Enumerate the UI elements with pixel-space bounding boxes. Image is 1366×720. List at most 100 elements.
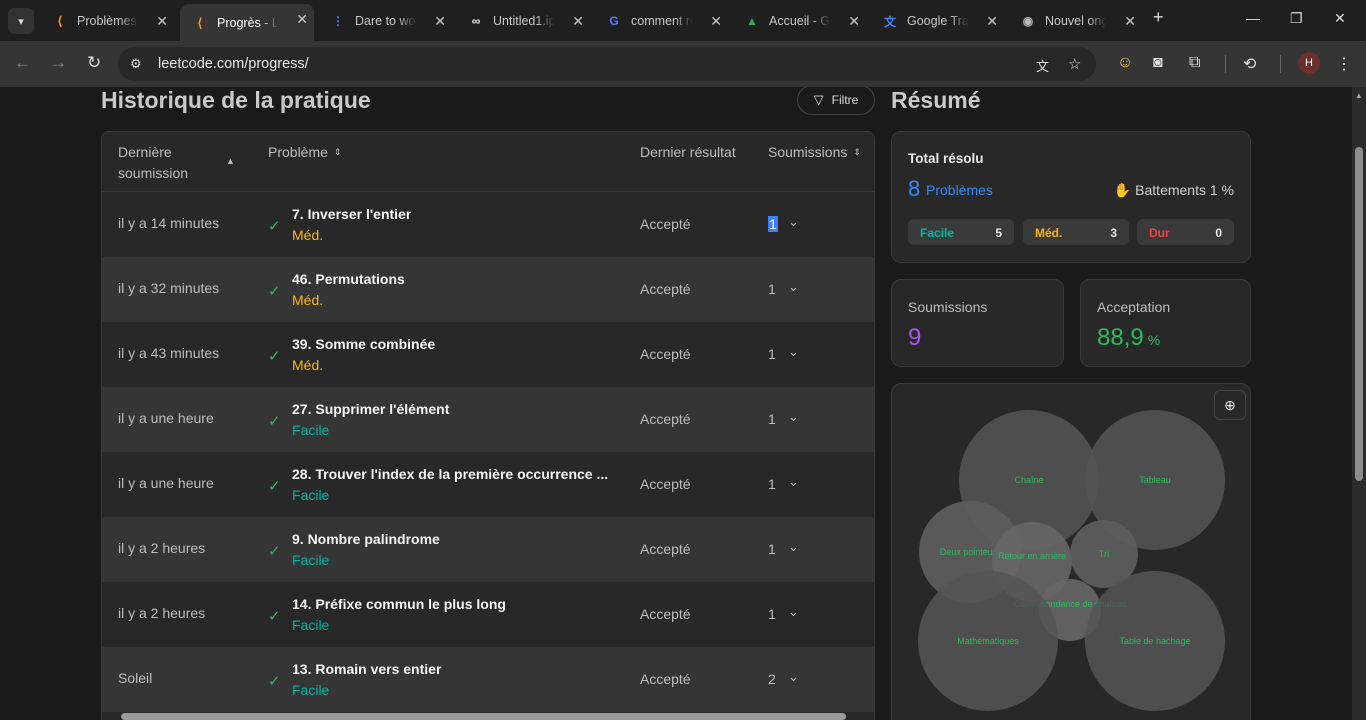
close-tab-icon[interactable]: ✕ xyxy=(986,13,998,30)
difficulty-label: Facile xyxy=(292,422,330,438)
hard-count: 0 xyxy=(1215,226,1222,240)
browser-tab[interactable]: ⟨ Progrès - Lee ✕ xyxy=(180,4,314,41)
camera-icon[interactable]: ◙ xyxy=(1153,54,1163,72)
col-problem[interactable]: Problème ⇕ xyxy=(268,142,341,163)
hard-label: Dur xyxy=(1149,226,1170,240)
address-bar[interactable]: ⚙ leetcode.com/progress/ 文 ☆ xyxy=(118,47,1096,81)
close-tab-icon[interactable]: ✕ xyxy=(710,13,722,30)
browser-tab[interactable]: ∞ Untitled1.ipy ✕ xyxy=(456,6,590,36)
submission-time: il y a une heure xyxy=(118,410,214,426)
browser-tab[interactable]: 文 Google Tradu ✕ xyxy=(870,6,1004,36)
sort-icon[interactable]: ▲ xyxy=(226,156,235,166)
problem-link[interactable]: 9. Nombre palindrome xyxy=(292,531,440,547)
check-icon: ✓ xyxy=(268,348,281,365)
col-submissions[interactable]: Soumissions ⇕ xyxy=(768,142,861,163)
chevron-down-icon[interactable]: ⌄ xyxy=(788,409,799,425)
history-icon[interactable]: ⟲ xyxy=(1243,54,1256,74)
table-row[interactable]: il y a 43 minutes ✓ 39. Somme combinée Méd.… xyxy=(102,322,874,387)
bubble-label: Chaîne xyxy=(1014,475,1043,485)
problem-link[interactable]: 13. Romain vers entier xyxy=(292,661,441,677)
scroll-up-icon[interactable]: ▲ xyxy=(1355,91,1363,100)
tab-search-button[interactable]: ▾ xyxy=(8,8,34,34)
submissions-count: 1 xyxy=(768,411,776,427)
problem-link[interactable]: 46. Permutations xyxy=(292,271,405,287)
chevron-down-icon[interactable]: ⌄ xyxy=(788,539,799,555)
close-window-button[interactable]: ✕ xyxy=(1334,10,1346,27)
restore-button[interactable]: ❐ xyxy=(1290,10,1303,27)
page-scrollbar[interactable]: ▲ xyxy=(1352,87,1366,720)
filter-button[interactable]: ▽ Filtre xyxy=(797,87,875,115)
problem-link[interactable]: 7. Inverser l'entier xyxy=(292,206,411,222)
scroll-thumb[interactable] xyxy=(121,713,846,720)
leetcode-icon: ⟨ xyxy=(57,14,63,28)
problem-link[interactable]: 14. Préfixe commun le plus long xyxy=(292,596,506,612)
col-last-submission[interactable]: Dernière soumission xyxy=(118,142,188,184)
close-tab-icon[interactable]: ✕ xyxy=(156,13,168,30)
solved-card: Total résolu 8 Problèmes ✋ Battements 1 … xyxy=(891,131,1251,263)
chevron-down-icon[interactable]: ⌄ xyxy=(788,279,799,295)
scroll-thumb[interactable] xyxy=(1355,147,1363,481)
acceptance-unit: % xyxy=(1147,332,1161,348)
submissions-count: 1 xyxy=(768,281,776,297)
close-tab-icon[interactable]: ✕ xyxy=(1124,13,1136,30)
chevron-down-icon[interactable]: ⌄ xyxy=(788,344,799,360)
browser-toolbar: ← → ↻ ⚙ leetcode.com/progress/ 文 ☆ ☺ ◙ ⧉… xyxy=(0,41,1366,87)
browser-tab[interactable]: ⋮ Dare to wom ✕ xyxy=(318,6,452,36)
result-text: Accepté xyxy=(640,606,691,622)
reload-button[interactable]: ↻ xyxy=(87,53,101,73)
table-row[interactable]: il y a une heure ✓ 28. Trouver l'index de … xyxy=(102,452,874,517)
chevron-down-icon[interactable]: ⌄ xyxy=(788,669,799,685)
clap-icon: ✋ xyxy=(1113,182,1136,198)
horizontal-scrollbar[interactable] xyxy=(101,710,875,720)
toolbar-divider xyxy=(1280,55,1281,73)
close-tab-icon[interactable]: ✕ xyxy=(848,13,860,30)
submissions-count: 2 xyxy=(768,671,776,687)
solved-label: Total résolu xyxy=(908,151,984,166)
table-row[interactable]: Soleil ✓ 13. Romain vers entier Facile Accep… xyxy=(102,647,874,712)
forward-button[interactable]: → xyxy=(50,53,67,73)
browser-tab[interactable]: Gcomment ret ✕ xyxy=(594,6,728,36)
bubble-label: Table de hachage xyxy=(1119,636,1190,646)
translate-icon[interactable]: 文 xyxy=(1036,56,1049,75)
browser-tab[interactable]: ⟨ Problèmes - ✕ xyxy=(40,6,174,36)
submission-time: il y a une heure xyxy=(118,475,214,491)
minimize-button[interactable]: — xyxy=(1246,10,1260,26)
bubble-table-de-hachage[interactable]: Table de hachage xyxy=(1085,571,1225,711)
browser-tab[interactable]: ▲ Accueil - Goo ✕ xyxy=(732,6,866,36)
chevron-down-icon[interactable]: ⌄ xyxy=(788,604,799,620)
profile-avatar[interactable]: H xyxy=(1298,52,1320,74)
site-info-icon[interactable]: ⚙ xyxy=(130,56,142,72)
table-row[interactable]: il y a une heure ✓ 27. Supprimer l'élément… xyxy=(102,387,874,452)
table-row[interactable]: il y a 2 heures ✓ 14. Préfixe commun le pl… xyxy=(102,582,874,647)
back-button[interactable]: ← xyxy=(14,53,31,73)
table-row[interactable]: il y a 2 heures ✓ 9. Nombre palindrome Faci… xyxy=(102,517,874,582)
close-tab-icon[interactable]: ✕ xyxy=(434,13,446,30)
problem-link[interactable]: 39. Somme combinée xyxy=(292,336,435,352)
close-tab-icon[interactable]: ✕ xyxy=(572,13,584,30)
problem-link[interactable]: 27. Supprimer l'élément xyxy=(292,401,449,417)
table-row[interactable]: il y a 32 minutes ✓ 46. Permutations Méd. Ac… xyxy=(102,257,874,322)
acceptance-label: Acceptation xyxy=(1097,299,1171,315)
submissions-label: Soumissions xyxy=(908,299,988,315)
sort-icon: ⇕ xyxy=(853,147,861,157)
bubble-mathematiques[interactable]: Mathématiques xyxy=(918,571,1058,711)
sort-icon: ⇕ xyxy=(333,147,342,157)
problem-link[interactable]: 28. Trouver l'index de la première occur… xyxy=(292,466,608,482)
col-label: soumission xyxy=(118,165,189,181)
bookmark-star-icon[interactable]: ☆ xyxy=(1068,55,1081,73)
browser-tab[interactable]: ◉ Nouvel ongle ✕ xyxy=(1008,6,1142,36)
url-text[interactable]: leetcode.com/progress/ xyxy=(158,56,309,72)
chevron-down-icon[interactable]: ⌄ xyxy=(788,474,799,490)
chevron-down-icon[interactable]: ⌄ xyxy=(788,214,799,230)
table-row[interactable]: il y a 14 minutes ✓ 7. Inverser l'entier Mé… xyxy=(102,192,874,257)
menu-kebab-icon[interactable]: ⋮ xyxy=(1336,54,1352,74)
extension-icon[interactable]: ☺ xyxy=(1117,54,1133,72)
submissions-count: 1 xyxy=(768,216,778,232)
new-tab-button[interactable]: + xyxy=(1153,7,1164,28)
bubble-label: Retour en arrière xyxy=(998,551,1066,561)
close-tab-icon[interactable]: ✕ xyxy=(296,11,308,28)
tab-title: Problèmes - xyxy=(77,14,139,28)
extensions-puzzle-icon[interactable]: ⧉ xyxy=(1189,54,1200,72)
solved-unit: Problèmes xyxy=(926,182,993,198)
med-count: 3 xyxy=(1110,226,1117,240)
